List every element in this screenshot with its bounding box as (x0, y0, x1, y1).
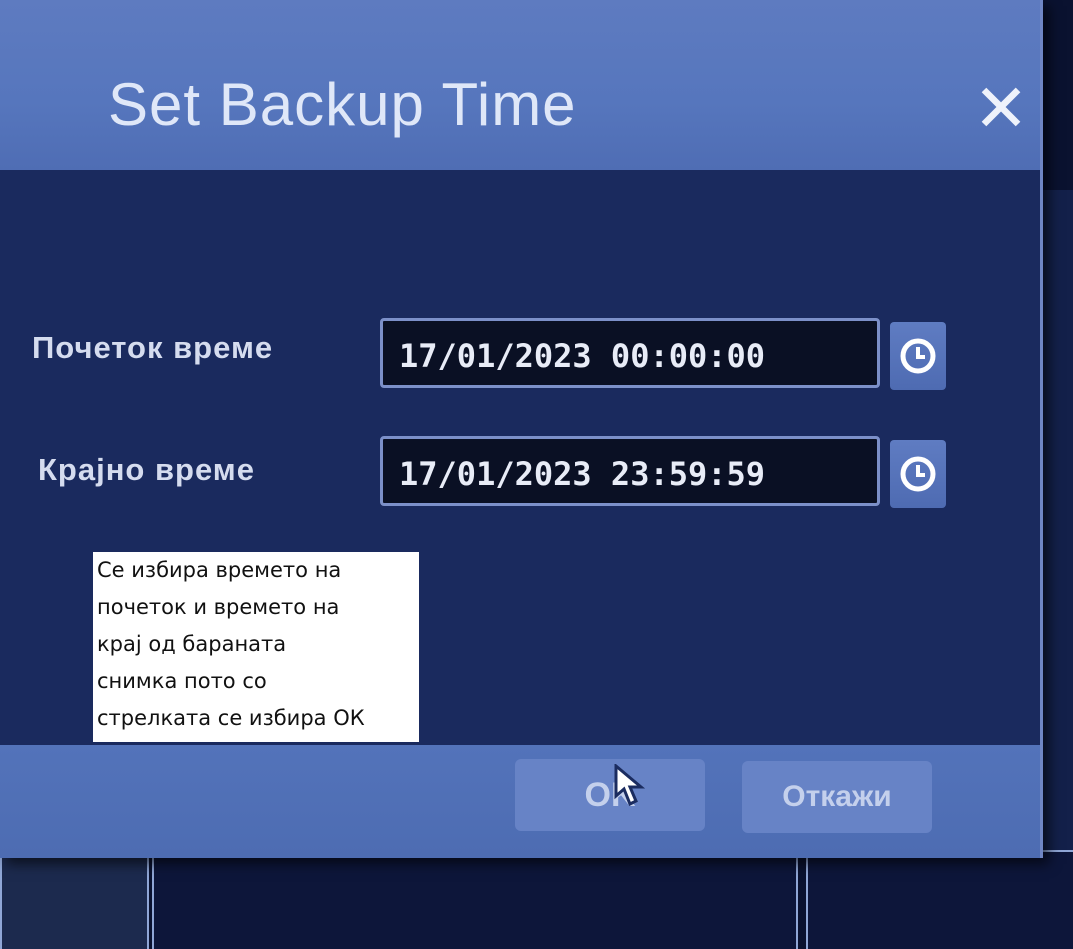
end-time-input[interactable]: 17/01/2023 23:59:59 (380, 436, 880, 506)
dialog-footer: OK Откажи (0, 745, 1040, 858)
instruction-line: стрелката се избира ОК (97, 706, 365, 730)
background-camera-tile (0, 850, 149, 949)
clock-icon (900, 338, 936, 374)
instruction-line: Се избира времето на (97, 558, 342, 582)
end-time-clock-button[interactable] (890, 440, 946, 508)
instruction-line: снимка пото со (97, 669, 267, 693)
instruction-line: крај од бараната (97, 632, 287, 656)
start-time-input[interactable]: 17/01/2023 00:00:00 (380, 318, 880, 388)
clock-icon (900, 456, 936, 492)
instruction-note: Се избира времето на почеток и времето н… (93, 552, 419, 742)
end-time-label: Крајно време (38, 452, 255, 487)
background-camera-tile (152, 850, 798, 949)
instruction-line: почеток и времето на (97, 595, 340, 619)
start-time-label: Почеток време (32, 330, 274, 365)
screen: Set Backup Time ✕ Почеток време 17/01/20… (0, 0, 1073, 949)
dialog-titlebar: Set Backup Time ✕ (0, 0, 1040, 170)
ok-button[interactable]: OK (515, 759, 705, 831)
mouse-cursor-icon (614, 764, 646, 807)
background-camera-tile (806, 850, 1073, 949)
dialog-title: Set Backup Time (108, 71, 577, 138)
close-button[interactable]: ✕ (968, 72, 1034, 144)
start-time-clock-button[interactable] (890, 322, 946, 390)
cancel-button[interactable]: Откажи (742, 761, 932, 833)
